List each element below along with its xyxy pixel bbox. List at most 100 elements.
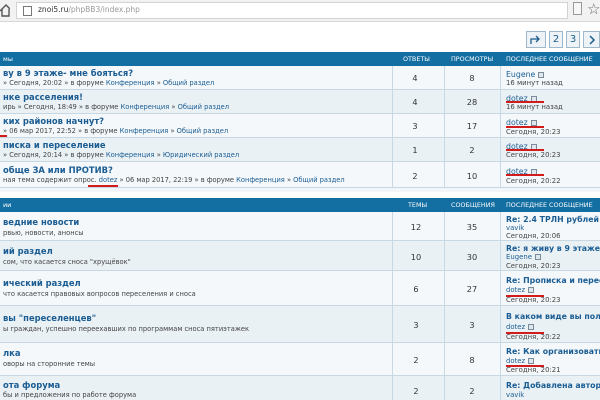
forum-description: сом, что касается сноса "хрущёвок" (3, 258, 131, 266)
topic-title[interactable]: ких районов начнут? (3, 116, 104, 126)
views-count: 2 (469, 145, 475, 155)
home-icon[interactable] (0, 3, 10, 18)
header-last-post-label: ПОСЛЕДНЕЕ СООБЩЕНИЕ (506, 55, 593, 63)
last-post-time: 16 минут назад (506, 103, 563, 111)
last-post-author[interactable]: dotez (506, 286, 535, 294)
forum-title[interactable]: ий раздел (3, 246, 53, 256)
forum-link[interactable]: Общий раздел (178, 103, 229, 111)
view-latest-post-icon[interactable] (538, 72, 545, 78)
header-last-post-label: ПОСЛЕДНЕЕ СООБЩЕНИЕ (506, 201, 593, 209)
view-latest-post-icon[interactable] (528, 358, 535, 364)
forum-title[interactable]: ведние новости (3, 217, 79, 227)
forum-title[interactable]: лка (3, 348, 20, 358)
last-post-author[interactable]: Eugene (506, 253, 541, 261)
last-post-title[interactable]: Re: Как организовать пе (506, 347, 600, 356)
forum-link[interactable]: Общий раздел (177, 127, 228, 135)
red-underline-annotation (506, 174, 544, 176)
view-latest-post-icon[interactable] (534, 254, 541, 260)
forum-link[interactable]: Конференция (120, 127, 169, 135)
last-post-time: Сегодня, 20:22 (506, 333, 561, 341)
topic-row: нке расселения! ирь » Сегодня, 18:49 » в… (0, 90, 600, 114)
topic-author-link[interactable]: dotez (99, 176, 118, 184)
topics-count: 12 (410, 222, 422, 232)
red-underline-annotation (88, 185, 118, 187)
forum-row: ведние новости рвью, новости, анонсы 12 … (0, 212, 600, 241)
forum-title[interactable]: ота форума (3, 380, 60, 390)
replies-count: 1 (412, 145, 418, 155)
posts-count: 2 (469, 386, 475, 396)
forum-link[interactable]: Общий раздел (163, 79, 214, 87)
last-post-author[interactable]: vavik (506, 391, 524, 399)
topic-row: ких районов начнут? » 06 мар 2017, 22:52… (0, 114, 600, 138)
header-posts-label: СООБЩЕНИЯ (451, 201, 495, 209)
forums-header: ии ТЕМЫ СООБЩЕНИЯ ПОСЛЕДНЕЕ СООБЩЕНИЕ (0, 198, 600, 212)
topic-meta: » Сегодня, 20:14 » в форуме Конференция … (3, 151, 240, 159)
bookmark-star-icon[interactable]: ☆ (587, 1, 600, 17)
last-post-time: Сегодня, 20:23 (506, 151, 561, 159)
header-replies-label: ОТВЕТЫ (403, 55, 430, 63)
forum-link[interactable]: Конференция (121, 103, 170, 111)
last-post-time: Сегодня, 20:23 (506, 128, 561, 136)
page-icon (23, 6, 32, 16)
view-latest-post-icon[interactable] (528, 324, 535, 330)
replies-count: 4 (412, 97, 418, 107)
views-count: 28 (466, 97, 478, 107)
forum-title[interactable]: вы "переселенцев" (3, 313, 96, 323)
last-post-author[interactable]: dotez (506, 323, 535, 331)
posts-count: 3 (469, 320, 475, 330)
forum-link[interactable]: Конференция (106, 151, 155, 159)
topic-row: ву в 9 этаже- мне бояться? » Сегодня, 20… (0, 66, 600, 90)
header-topics-label: мы (3, 55, 13, 63)
topics-count: 10 (410, 252, 422, 262)
next-page-button[interactable] (583, 31, 600, 48)
topic-title[interactable]: ву в 9 этаже- мне бояться? (3, 68, 133, 78)
last-post-time: Сегодня, 20:23 (506, 262, 561, 270)
forum-description: рвью, новости, анонсы (3, 229, 84, 237)
browser-toolbar: znoi5.ru/phpBB3/index.php ☆ (0, 0, 600, 22)
address-bar[interactable]: znoi5.ru/phpBB3/index.php (16, 2, 568, 19)
topic-title[interactable]: писка и переселение (3, 140, 106, 150)
topic-title[interactable]: обще ЗА или ПРОТИВ? (3, 165, 113, 175)
topic-meta: ирь » Сегодня, 18:49 » в форуме Конферен… (3, 103, 229, 111)
topics-count: 3 (413, 320, 419, 330)
topics-count: 2 (413, 355, 419, 365)
view-latest-post-icon[interactable] (528, 287, 535, 293)
page-2-button[interactable]: 2 (549, 31, 563, 48)
views-count: 8 (469, 73, 475, 83)
last-post-author[interactable]: Eugene (506, 70, 545, 79)
last-post-title[interactable]: Re: Прописка и пересел (506, 276, 600, 285)
last-post-title[interactable]: Re: Добавлена авторизо (506, 381, 600, 390)
forum-link[interactable]: Конференция (236, 176, 285, 184)
posts-count: 8 (469, 355, 475, 365)
jump-to-page-button[interactable] (526, 31, 546, 48)
last-post-author[interactable]: vavik (506, 224, 524, 232)
forum-row: ический раздел что касается правовых воп… (0, 271, 600, 306)
last-post-time: Сегодня, 20:06 (506, 232, 561, 240)
last-post-title[interactable]: В каком виде вы получ (506, 312, 600, 321)
forum-link[interactable]: Общий раздел (293, 176, 344, 184)
last-post-title[interactable]: Re: я живу в 9 этаже- (506, 244, 600, 253)
last-post-title[interactable]: Re: 2.4 ТРЛН рублей за (506, 215, 600, 224)
url-text: znoi5.ru/phpBB3/index.php (38, 5, 140, 14)
posts-count: 30 (466, 252, 478, 262)
forum-title[interactable]: ический раздел (3, 278, 81, 288)
forum-description: ы граждан, успешно переехавших по програ… (3, 325, 250, 333)
posts-count: 35 (466, 222, 478, 232)
forum-link[interactable]: Конференция (106, 79, 155, 87)
topic-meta: ная тема содержит опрос. dotez » 06 мар … (3, 176, 345, 184)
topics-count: 6 (413, 284, 419, 294)
page-action-icon[interactable] (573, 2, 582, 15)
forum-row: ота форума бы и предложения по работе фо… (0, 376, 600, 400)
forum-row: лка оворы на сторонние темы 2 8 Re: Как … (0, 343, 600, 376)
forum-link[interactable]: Юридический раздел (163, 151, 239, 159)
topic-title[interactable]: нке расселения! (3, 92, 83, 102)
views-count: 10 (466, 171, 478, 181)
last-post-author[interactable]: dotez (506, 357, 535, 365)
page-3-button[interactable]: 3 (566, 31, 580, 48)
topics-count: 2 (413, 386, 419, 396)
topic-meta: » Сегодня, 20:02 » в форуме Конференция … (3, 79, 215, 87)
last-post-time: 16 минут назад (506, 79, 563, 87)
last-post-time: Сегодня, 20:21 (506, 366, 561, 374)
posts-count: 27 (466, 284, 478, 294)
header-forum-label: ии (3, 201, 12, 209)
